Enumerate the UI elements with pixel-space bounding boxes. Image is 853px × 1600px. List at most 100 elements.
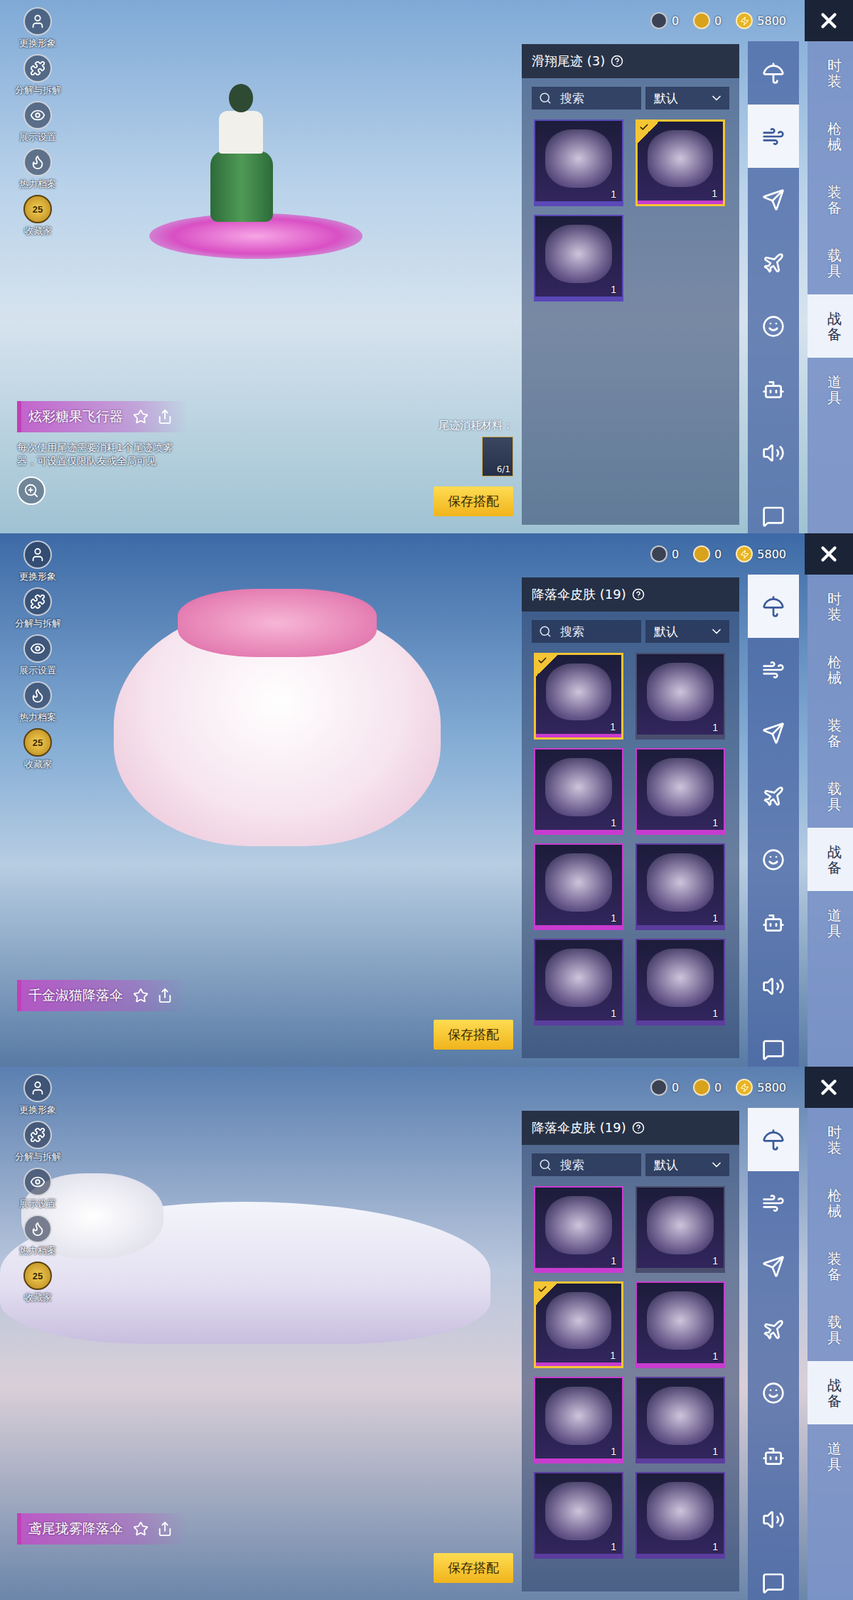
category-icon-tab[interactable] [747, 167, 799, 232]
category-icon-tab[interactable] [747, 1297, 799, 1361]
category-icon-tab[interactable] [747, 231, 799, 295]
left-menu-item[interactable]: 25收藏家 [23, 194, 52, 238]
category-tab[interactable]: 战备 [807, 294, 853, 358]
item-card[interactable]: 1 [533, 938, 624, 1026]
category-icon-tab[interactable] [747, 1360, 799, 1424]
category-tab[interactable]: 枪械 [807, 104, 853, 168]
help-icon[interactable] [610, 54, 624, 68]
category-icon-tab[interactable] [747, 41, 799, 105]
item-card[interactable]: 1 [635, 843, 726, 930]
share-icon[interactable] [157, 408, 173, 425]
category-icon-tab[interactable] [747, 484, 799, 534]
item-card[interactable]: 1 [533, 1471, 624, 1559]
category-tab[interactable]: 时装 [807, 41, 853, 105]
category-icon-tab[interactable] [747, 1107, 799, 1171]
item-card[interactable]: 1 [635, 1376, 726, 1463]
close-button[interactable] [804, 0, 853, 42]
left-menu-item[interactable]: 热力档案 [19, 680, 57, 724]
item-card[interactable]: 1 [635, 938, 726, 1026]
left-menu-item[interactable]: 热力档案 [19, 147, 57, 191]
left-menu-item[interactable]: 展示设置 [19, 634, 57, 677]
category-icon-tab[interactable] [747, 953, 799, 1018]
category-tab[interactable]: 战备 [807, 1360, 853, 1424]
category-tab[interactable]: 时装 [807, 574, 853, 638]
category-icon-tab[interactable] [747, 1017, 799, 1067]
item-card[interactable]: 1 [635, 747, 726, 835]
category-icon-tab[interactable] [747, 574, 799, 638]
left-menu-item[interactable]: 分解与拆解 [14, 54, 62, 97]
search-input[interactable] [558, 623, 635, 640]
search-input[interactable] [558, 90, 635, 106]
item-card[interactable]: 1 [635, 119, 726, 207]
category-icon-tab[interactable] [747, 420, 799, 485]
category-icon-tab[interactable] [747, 764, 799, 828]
close-button[interactable] [804, 533, 853, 575]
item-card[interactable]: 1 [533, 1376, 624, 1463]
left-menu-item[interactable]: 展示设置 [19, 1167, 57, 1210]
category-tab[interactable]: 载具 [807, 764, 853, 828]
share-icon[interactable] [157, 1520, 173, 1537]
item-card[interactable]: 1 [635, 1280, 726, 1368]
close-button[interactable] [804, 1066, 853, 1108]
category-tab[interactable]: 载具 [807, 1297, 853, 1361]
category-icon-tab[interactable] [747, 294, 799, 358]
left-menu-item[interactable]: 热力档案 [19, 1214, 57, 1257]
sort-dropdown[interactable]: 默认 [645, 1152, 730, 1176]
share-icon[interactable] [157, 987, 173, 1003]
favorite-star-icon[interactable] [132, 987, 149, 1003]
save-button[interactable]: 保存搭配 [433, 486, 514, 517]
category-tab[interactable]: 装备 [807, 167, 853, 232]
category-icon-tab[interactable] [747, 104, 799, 168]
category-icon-tab[interactable] [747, 1487, 799, 1551]
category-tab[interactable]: 时装 [807, 1107, 853, 1171]
category-tab[interactable]: 道具 [807, 890, 853, 954]
sort-dropdown[interactable]: 默认 [645, 619, 730, 643]
item-card[interactable]: 1 [533, 747, 624, 835]
item-card[interactable]: 1 [533, 214, 624, 302]
category-tab[interactable]: 枪械 [807, 1170, 853, 1235]
category-icon-tab[interactable] [747, 637, 799, 701]
item-card[interactable]: 1 [635, 1185, 726, 1273]
zoom-button[interactable] [17, 476, 46, 505]
category-tab[interactable]: 道具 [807, 1423, 853, 1488]
save-button[interactable]: 保存搭配 [433, 1552, 514, 1583]
category-icon-tab[interactable] [747, 1170, 799, 1235]
item-card[interactable]: 1 [533, 1280, 624, 1368]
favorite-star-icon[interactable] [132, 408, 149, 425]
left-menu-item[interactable]: 25收藏家 [23, 1261, 52, 1304]
category-tab[interactable]: 装备 [807, 700, 853, 765]
left-menu-item[interactable]: 分解与拆解 [14, 1120, 62, 1163]
category-icon-tab[interactable] [747, 1550, 799, 1600]
menu-glyph-icon [29, 1079, 46, 1096]
category-icon-tab[interactable] [747, 827, 799, 891]
category-icon-tab[interactable] [747, 890, 799, 954]
left-menu-item[interactable]: 更换形象 [19, 1073, 57, 1117]
item-card[interactable]: 1 [635, 1471, 726, 1559]
left-menu-item[interactable]: 25收藏家 [23, 727, 52, 771]
save-button[interactable]: 保存搭配 [433, 1019, 514, 1050]
category-icon-tab[interactable] [747, 1234, 799, 1298]
category-tab[interactable]: 装备 [807, 1234, 853, 1298]
item-card[interactable]: 1 [533, 119, 624, 207]
category-tab[interactable]: 道具 [807, 357, 853, 421]
category-icon-tab[interactable] [747, 700, 799, 765]
left-menu-item[interactable]: 更换形象 [19, 7, 57, 50]
item-card[interactable]: 1 [533, 843, 624, 930]
left-menu-item[interactable]: 更换形象 [19, 540, 57, 583]
category-tab[interactable]: 枪械 [807, 637, 853, 701]
help-icon[interactable] [631, 587, 645, 601]
left-menu-item[interactable]: 分解与拆解 [14, 587, 62, 630]
menu-label: 更换形象 [19, 1103, 57, 1117]
category-icon-tab[interactable] [747, 357, 799, 421]
left-menu-item[interactable]: 展示设置 [19, 100, 57, 144]
item-card[interactable]: 1 [635, 652, 726, 740]
item-card[interactable]: 1 [533, 1185, 624, 1273]
category-tab[interactable]: 战备 [807, 827, 853, 891]
category-tab[interactable]: 载具 [807, 231, 853, 295]
search-input[interactable] [558, 1156, 635, 1173]
item-card[interactable]: 1 [533, 652, 624, 740]
category-icon-tab[interactable] [747, 1423, 799, 1488]
help-icon[interactable] [631, 1120, 645, 1134]
favorite-star-icon[interactable] [132, 1520, 149, 1537]
sort-dropdown[interactable]: 默认 [645, 86, 730, 110]
